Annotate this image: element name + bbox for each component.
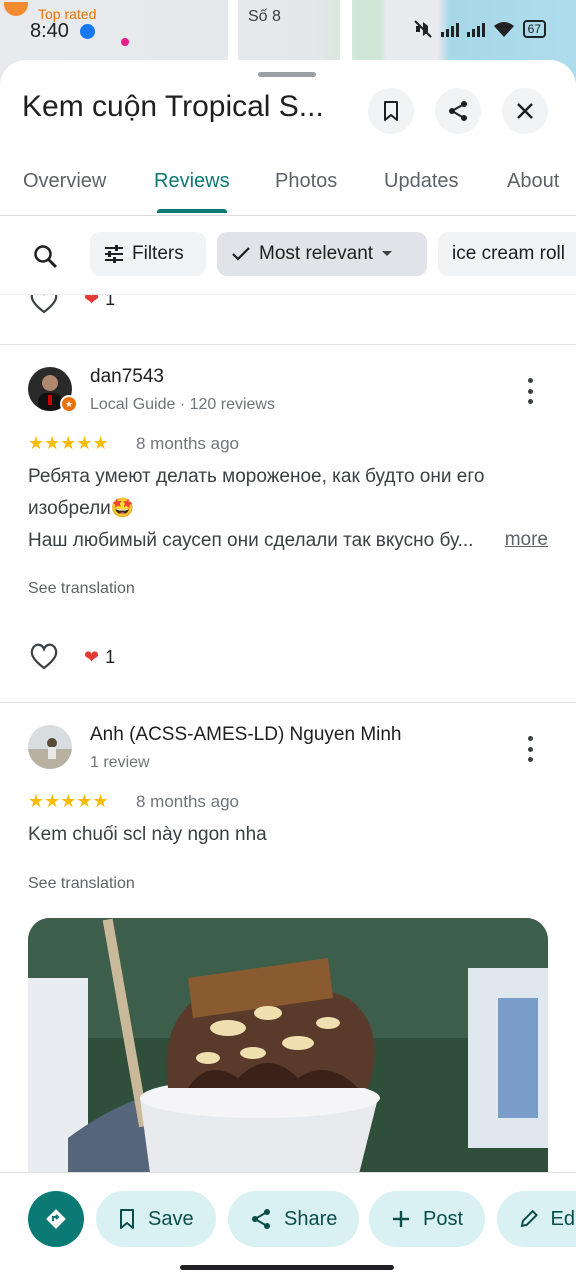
red-heart-icon: ❤ xyxy=(84,647,100,667)
review-text-line: Ребята умеют делать мороженое, как будто… xyxy=(28,466,485,487)
tab-about[interactable]: About xyxy=(507,170,559,193)
avatar[interactable] xyxy=(28,725,72,769)
reaction-count: ❤ 1 xyxy=(84,295,115,310)
see-translation-link[interactable]: See translation xyxy=(28,875,135,893)
search-reviews-button[interactable] xyxy=(26,237,66,277)
tab-updates[interactable]: Updates xyxy=(384,170,459,193)
map-label-street: Số 8 xyxy=(248,8,281,25)
share-label: Share xyxy=(284,1207,338,1230)
dropdown-arrow-icon xyxy=(382,251,393,256)
map-poi-dot xyxy=(121,38,129,46)
signal-2-icon xyxy=(466,21,485,37)
battery-indicator: 67 xyxy=(522,20,546,38)
place-sheet: Kem cuộn Tropical S... Overview Reviews … xyxy=(0,60,576,1280)
edit-button[interactable]: Edit xyxy=(497,1191,576,1247)
more-link[interactable]: more xyxy=(505,529,548,551)
post-label: Post xyxy=(423,1207,464,1230)
tune-icon xyxy=(105,245,123,263)
review-more-options-button[interactable] xyxy=(520,378,540,404)
review-date: 8 months ago xyxy=(136,434,240,453)
check-icon xyxy=(232,247,250,261)
tab-overview[interactable]: Overview xyxy=(23,170,106,193)
bookmark-icon xyxy=(120,1209,134,1229)
reviewer-meta: Local Guide · 120 reviews xyxy=(90,396,275,413)
share-header-button[interactable] xyxy=(435,88,481,134)
home-indicator[interactable] xyxy=(180,1265,394,1270)
like-heart-icon[interactable] xyxy=(28,295,60,315)
signal-icon xyxy=(440,21,459,37)
see-translation-link[interactable]: See translation xyxy=(28,580,135,598)
sort-most-relevant-chip[interactable]: Most relevant xyxy=(217,232,427,276)
review-text: Ребята умеют делать мороженое, как будто… xyxy=(28,461,558,557)
star-rating: ★★★★★ xyxy=(28,791,109,811)
wifi-icon xyxy=(493,22,514,37)
review-text-line: Kem chuối scl này ngon nha xyxy=(28,824,267,845)
save-label: Save xyxy=(148,1207,194,1230)
search-icon xyxy=(34,245,57,268)
reviewer-meta: 1 review xyxy=(90,754,150,771)
place-title: Kem cuộn Tropical S... xyxy=(22,90,324,123)
reviewer-name[interactable]: Anh (ACSS-AMES-LD) Nguyen Minh xyxy=(90,724,402,746)
review-filter-row: Filters Most relevant ice cream roll xyxy=(0,217,576,295)
topic-chip-ice-cream-roll[interactable]: ice cream roll xyxy=(438,232,576,276)
review-text-line: изобрели🤩 xyxy=(28,498,135,519)
sort-label: Most relevant xyxy=(259,243,374,264)
reaction-count-value: 1 xyxy=(105,295,116,309)
plus-icon xyxy=(393,1211,409,1227)
red-heart-icon: ❤ xyxy=(84,295,100,309)
active-tab-indicator xyxy=(157,209,227,213)
review-text: Kem chuối scl này ngon nha xyxy=(28,819,558,851)
save-button[interactable]: Save xyxy=(96,1191,216,1247)
directions-button[interactable] xyxy=(28,1191,84,1247)
review-text-line: Наш любимый саусеп они сделали так вкусн… xyxy=(28,530,474,551)
post-button[interactable]: Post xyxy=(369,1191,486,1247)
share-icon xyxy=(252,1209,270,1229)
tab-photos[interactable]: Photos xyxy=(275,170,337,193)
messenger-notification-icon xyxy=(80,24,95,39)
mute-icon xyxy=(413,20,432,38)
edit-label: Edit xyxy=(550,1207,576,1230)
local-guide-badge-icon: ★ xyxy=(60,395,78,413)
filters-label: Filters xyxy=(132,243,184,264)
bookmark-button[interactable] xyxy=(368,88,414,134)
review-card: ★ dan7543 Local Guide · 120 reviews ★★★★… xyxy=(0,345,576,702)
close-icon xyxy=(517,103,533,119)
close-button[interactable] xyxy=(502,88,548,134)
place-tabs: Overview Reviews Photos Updates About xyxy=(0,156,576,216)
tab-reviews[interactable]: Reviews xyxy=(154,170,230,193)
review-date: 8 months ago xyxy=(136,792,240,811)
status-time: 8:40 xyxy=(30,20,69,42)
share-button[interactable]: Share xyxy=(228,1191,360,1247)
reaction-count: ❤ 1 xyxy=(84,647,115,668)
map-pin-icon xyxy=(4,2,28,16)
previous-review-actions: ❤ 1 xyxy=(0,295,576,345)
reviewer-name[interactable]: dan7543 xyxy=(90,366,164,388)
drag-handle[interactable] xyxy=(258,72,316,77)
review-more-options-button[interactable] xyxy=(520,736,540,762)
share-icon xyxy=(449,101,467,121)
star-rating: ★★★★★ xyxy=(28,433,109,453)
status-icons: 67 xyxy=(413,20,546,38)
topic-chip-label: ice cream roll xyxy=(452,243,565,264)
bookmark-icon xyxy=(384,101,398,121)
reaction-count-value: 1 xyxy=(105,647,116,667)
filters-chip[interactable]: Filters xyxy=(90,232,206,276)
directions-icon xyxy=(46,1209,66,1229)
pencil-icon xyxy=(520,1209,538,1228)
like-heart-icon[interactable] xyxy=(28,641,60,671)
bottom-action-bar: Save Share Post Edit xyxy=(0,1172,576,1280)
